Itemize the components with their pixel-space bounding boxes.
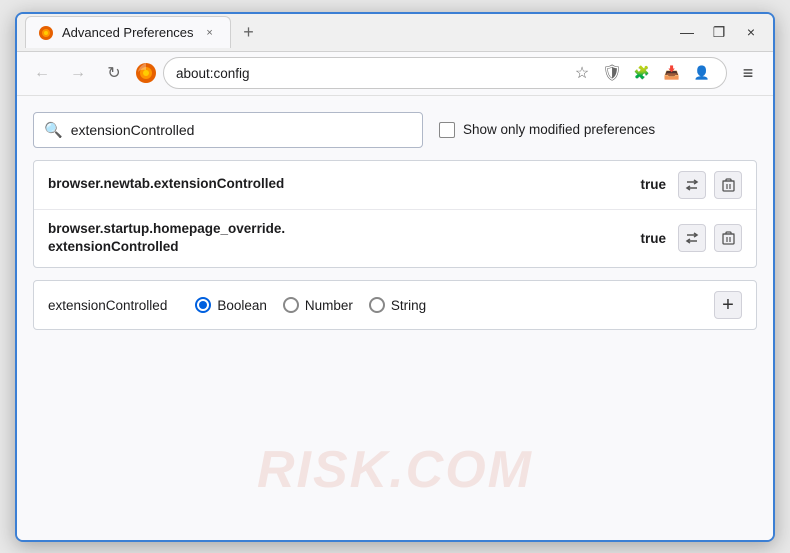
radio-number[interactable]: Number	[283, 297, 353, 313]
watermark: RISK.COM	[257, 440, 533, 500]
close-button[interactable]: ×	[737, 18, 765, 46]
tab-title: Advanced Preferences	[62, 25, 194, 40]
radio-boolean-circle[interactable]	[195, 297, 211, 313]
pref-name-2-line1: browser.startup.homepage_override.	[48, 221, 285, 236]
minimize-button[interactable]: —	[673, 18, 701, 46]
pocket-icon[interactable]: 📥	[660, 61, 684, 85]
delete-button-2[interactable]	[714, 224, 742, 252]
window-controls: — ❐ ×	[673, 18, 765, 46]
browser-logo	[135, 62, 157, 84]
shield-icon[interactable]: 🛡	[600, 61, 624, 85]
bookmark-icon[interactable]: ☆	[570, 61, 594, 85]
pref-actions-1	[678, 171, 742, 199]
menu-button[interactable]: ≡	[733, 58, 763, 88]
radio-string-label: String	[391, 298, 426, 313]
radio-boolean-label: Boolean	[217, 298, 267, 313]
table-row: browser.newtab.extensionControlled true	[34, 161, 756, 210]
pref-value-2: true	[632, 231, 666, 246]
add-preference-row: extensionControlled Boolean Number Strin…	[33, 280, 757, 330]
tab-close-button[interactable]: ×	[202, 25, 218, 41]
radio-number-circle[interactable]	[283, 297, 299, 313]
delete-button-1[interactable]	[714, 171, 742, 199]
search-input[interactable]: extensionControlled	[71, 122, 195, 138]
radio-number-label: Number	[305, 298, 353, 313]
show-modified-checkbox[interactable]	[439, 122, 455, 138]
new-pref-name: extensionControlled	[48, 298, 167, 313]
nav-bar: ← → ↻ about:config ☆ 🛡 🧩 📥 👤 ≡	[17, 52, 773, 96]
content-area: RISK.COM 🔍 extensionControlled Show only…	[17, 96, 773, 540]
reset-button-1[interactable]	[678, 171, 706, 199]
show-modified-checkbox-row[interactable]: Show only modified preferences	[439, 122, 655, 138]
restore-button[interactable]: ❐	[705, 18, 733, 46]
pref-actions-2	[678, 224, 742, 252]
search-icon: 🔍	[44, 121, 63, 139]
back-button[interactable]: ←	[27, 58, 57, 88]
radio-string-circle[interactable]	[369, 297, 385, 313]
pref-name-2: browser.startup.homepage_override. exten…	[48, 220, 620, 258]
search-box[interactable]: 🔍 extensionControlled	[33, 112, 423, 148]
address-text: about:config	[176, 66, 250, 81]
table-row: browser.startup.homepage_override. exten…	[34, 210, 756, 268]
radio-string[interactable]: String	[369, 297, 426, 313]
tab-favicon	[38, 25, 54, 41]
type-radio-group: Boolean Number String	[195, 297, 698, 313]
profile-icon[interactable]: 👤	[690, 61, 714, 85]
search-row: 🔍 extensionControlled Show only modified…	[33, 112, 757, 148]
show-modified-label: Show only modified preferences	[463, 122, 655, 137]
address-bar-icons: ☆ 🛡 🧩 📥 👤	[570, 61, 714, 85]
add-preference-button[interactable]: +	[714, 291, 742, 319]
pref-name-2-line2: extensionControlled	[48, 239, 179, 254]
extension-icon[interactable]: 🧩	[630, 61, 654, 85]
refresh-button[interactable]: ↻	[99, 58, 129, 88]
active-tab[interactable]: Advanced Preferences ×	[25, 16, 231, 48]
address-bar[interactable]: about:config ☆ 🛡 🧩 📥 👤	[163, 57, 727, 89]
pref-value-1: true	[632, 177, 666, 192]
reset-button-2[interactable]	[678, 224, 706, 252]
new-tab-button[interactable]: +	[235, 18, 263, 46]
browser-window: Advanced Preferences × + — ❐ × ← → ↻ abo…	[15, 12, 775, 542]
forward-button[interactable]: →	[63, 58, 93, 88]
radio-boolean[interactable]: Boolean	[195, 297, 267, 313]
preferences-table: browser.newtab.extensionControlled true	[33, 160, 757, 269]
title-bar: Advanced Preferences × + — ❐ ×	[17, 14, 773, 52]
pref-name-1: browser.newtab.extensionControlled	[48, 175, 620, 194]
